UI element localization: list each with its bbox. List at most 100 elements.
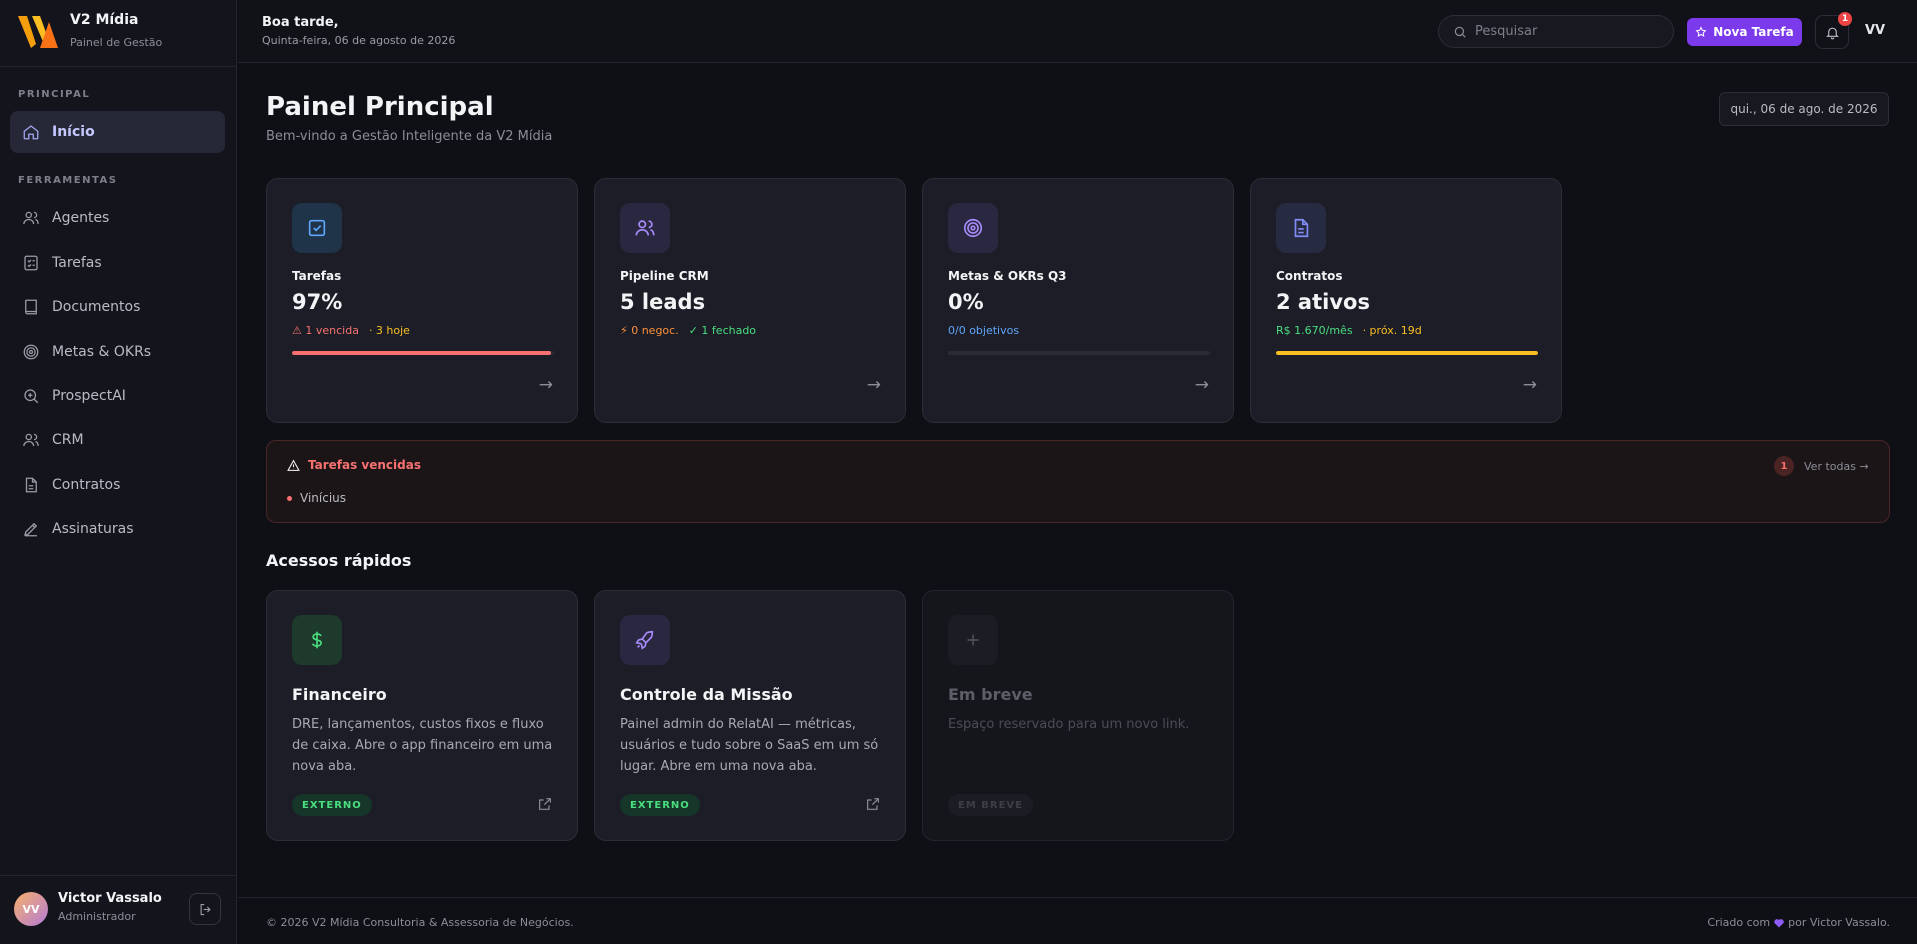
topbar: Boa tarde, Quinta-feira, 06 de agosto de… bbox=[238, 0, 1917, 63]
stat-meta-primary: ⚡ 0 negoc. bbox=[620, 324, 679, 337]
current-date: Quinta-feira, 06 de agosto de 2026 bbox=[262, 34, 456, 47]
progress-fill bbox=[292, 351, 552, 355]
external-link-icon[interactable] bbox=[865, 796, 881, 812]
stat-card-pipeline-crm[interactable]: Pipeline CRM 5 leads ⚡ 0 negoc. ✓ 1 fech… bbox=[594, 178, 906, 423]
external-badge: EXTERNO bbox=[620, 794, 700, 816]
overdue-count-badge: 1 bbox=[1774, 456, 1794, 476]
stat-card-tarefas[interactable]: Tarefas 97% ⚠ 1 vencida · 3 hoje → bbox=[266, 178, 578, 423]
date-pill[interactable]: qui., 06 de ago. de 2026 bbox=[1719, 92, 1889, 126]
logout-button[interactable] bbox=[189, 893, 221, 925]
quick-card-description: Painel admin do RelatAI — métricas, usuá… bbox=[620, 717, 879, 774]
notifications-button[interactable]: 1 bbox=[1815, 12, 1852, 49]
sidebar-item-crm[interactable]: CRM bbox=[10, 419, 225, 461]
sidebar-item-contratos[interactable]: Contratos bbox=[10, 464, 225, 506]
pen-icon bbox=[22, 520, 40, 538]
stat-value: 5 leads bbox=[620, 290, 706, 314]
external-link-icon[interactable] bbox=[537, 796, 553, 812]
page-subtitle: Bem-vindo a Gestão Inteligente da V2 Míd… bbox=[266, 129, 553, 144]
quick-card-title: Em breve bbox=[948, 685, 1033, 704]
plus-icon bbox=[948, 615, 998, 665]
external-badge: EXTERNO bbox=[292, 794, 372, 816]
stat-card-metas-okrs[interactable]: Metas & OKRs Q3 0% 0/0 objetivos → bbox=[922, 178, 1234, 423]
notification-badge: 1 bbox=[1838, 12, 1852, 26]
stat-value: 2 ativos bbox=[1276, 290, 1370, 314]
logout-icon bbox=[200, 903, 211, 915]
brand: V2 Mídia Painel de Gestão bbox=[0, 0, 237, 67]
sidebar-item-label: Metas & OKRs bbox=[52, 344, 152, 360]
v2-logo bbox=[18, 16, 58, 48]
sidebar: V2 Mídia Painel de Gestão PRINCIPAL Iníc… bbox=[0, 0, 237, 944]
stat-meta: 0/0 objetivos bbox=[948, 324, 1019, 337]
sidebar-item-assinaturas[interactable]: Assinaturas bbox=[10, 508, 225, 550]
arrow-right-icon: → bbox=[866, 375, 881, 395]
progress-track bbox=[292, 351, 554, 355]
quick-access-title: Acessos rápidos bbox=[266, 551, 412, 570]
user-panel: VV Victor Vassalo Administrador bbox=[0, 875, 237, 944]
stat-value: 97% bbox=[292, 290, 343, 314]
sidebar-item-label: Contratos bbox=[52, 477, 121, 493]
new-task-button[interactable]: Nova Tarefa bbox=[1687, 18, 1802, 46]
sidebar-item-label: Documentos bbox=[52, 299, 141, 315]
stat-value: 0% bbox=[948, 290, 984, 314]
user-name: Victor Vassalo bbox=[58, 891, 162, 906]
quick-card-description: DRE, lançamentos, custos fixos e fluxo d… bbox=[292, 717, 553, 774]
bell-icon bbox=[1825, 27, 1839, 39]
dollar-icon bbox=[292, 615, 342, 665]
stat-card-contratos[interactable]: Contratos 2 ativos R$ 1.670/mês · próx. … bbox=[1250, 178, 1562, 423]
page-title: Painel Principal bbox=[266, 92, 494, 122]
target-icon bbox=[948, 203, 998, 253]
section-label-ferramentas: FERRAMENTAS bbox=[18, 175, 118, 186]
credits-prefix: Criado com bbox=[1707, 916, 1771, 929]
stat-meta-secondary: · próx. 19d bbox=[1362, 324, 1422, 337]
sidebar-item-prospectai[interactable]: ProspectAI bbox=[10, 375, 225, 417]
brand-subtitle: Painel de Gestão bbox=[70, 36, 163, 49]
avatar[interactable]: VV bbox=[14, 892, 48, 926]
warning-icon bbox=[287, 459, 300, 471]
target-icon bbox=[22, 343, 40, 361]
checklist-icon bbox=[22, 254, 40, 272]
sidebar-item-label: Início bbox=[52, 124, 95, 140]
stat-title: Tarefas bbox=[292, 269, 342, 283]
stat-meta: ⚡ 0 negoc. ✓ 1 fechado bbox=[620, 324, 756, 337]
overdue-tasks-panel: Tarefas vencidas 1 Ver todas → Vinícius bbox=[266, 440, 1890, 523]
sidebar-item-documentos[interactable]: Documentos bbox=[10, 286, 225, 328]
sidebar-item-label: ProspectAI bbox=[52, 388, 126, 404]
quick-card-financeiro[interactable]: Financeiro DRE, lançamentos, custos fixo… bbox=[266, 590, 578, 841]
sidebar-item-metas-okrs[interactable]: Metas & OKRs bbox=[10, 331, 225, 373]
quick-card-controle-missao[interactable]: Controle da Missão Painel admin do Relat… bbox=[594, 590, 906, 841]
view-all-link[interactable]: Ver todas → bbox=[1804, 460, 1869, 473]
rocket-icon bbox=[620, 615, 670, 665]
progress-fill bbox=[1276, 351, 1538, 355]
search-icon bbox=[1454, 26, 1466, 38]
user-menu[interactable]: VV bbox=[1865, 23, 1885, 38]
search-input[interactable] bbox=[1475, 24, 1655, 39]
sidebar-item-label: Tarefas bbox=[52, 255, 102, 271]
greeting: Boa tarde, bbox=[262, 15, 339, 30]
users-icon bbox=[22, 209, 40, 227]
new-task-label: Nova Tarefa bbox=[1713, 25, 1794, 39]
overdue-title-text: Tarefas vencidas bbox=[308, 458, 421, 472]
stat-meta: R$ 1.670/mês · próx. 19d bbox=[1276, 324, 1422, 337]
quick-card-title: Controle da Missão bbox=[620, 685, 793, 704]
home-icon bbox=[22, 123, 40, 141]
search-box[interactable] bbox=[1438, 15, 1674, 48]
search-plus-icon bbox=[22, 387, 40, 405]
sidebar-item-agentes[interactable]: Agentes bbox=[10, 197, 225, 239]
users-icon bbox=[22, 431, 40, 449]
copyright: © 2026 V2 Mídia Consultoria & Assessoria… bbox=[266, 916, 574, 929]
arrow-right-icon: → bbox=[1522, 375, 1537, 395]
users-icon bbox=[620, 203, 670, 253]
progress-track bbox=[1276, 351, 1538, 355]
stat-meta: ⚠ 1 vencida · 3 hoje bbox=[292, 324, 410, 337]
quick-card-description: Espaço reservado para um novo link. bbox=[948, 717, 1190, 732]
overdue-title: Tarefas vencidas bbox=[287, 458, 421, 472]
sidebar-item-inicio[interactable]: Início bbox=[10, 111, 225, 153]
credits: Criado com por Victor Vassalo. bbox=[1707, 916, 1890, 929]
sidebar-item-tarefas[interactable]: Tarefas bbox=[10, 242, 225, 284]
list-item[interactable]: Vinícius bbox=[287, 491, 346, 505]
quick-card-em-breve: Em breve Espaço reservado para um novo l… bbox=[922, 590, 1234, 841]
heart-icon bbox=[1774, 919, 1784, 928]
arrow-right-icon: → bbox=[538, 375, 553, 395]
coming-soon-badge: EM BREVE bbox=[948, 794, 1033, 816]
user-role: Administrador bbox=[58, 910, 136, 923]
